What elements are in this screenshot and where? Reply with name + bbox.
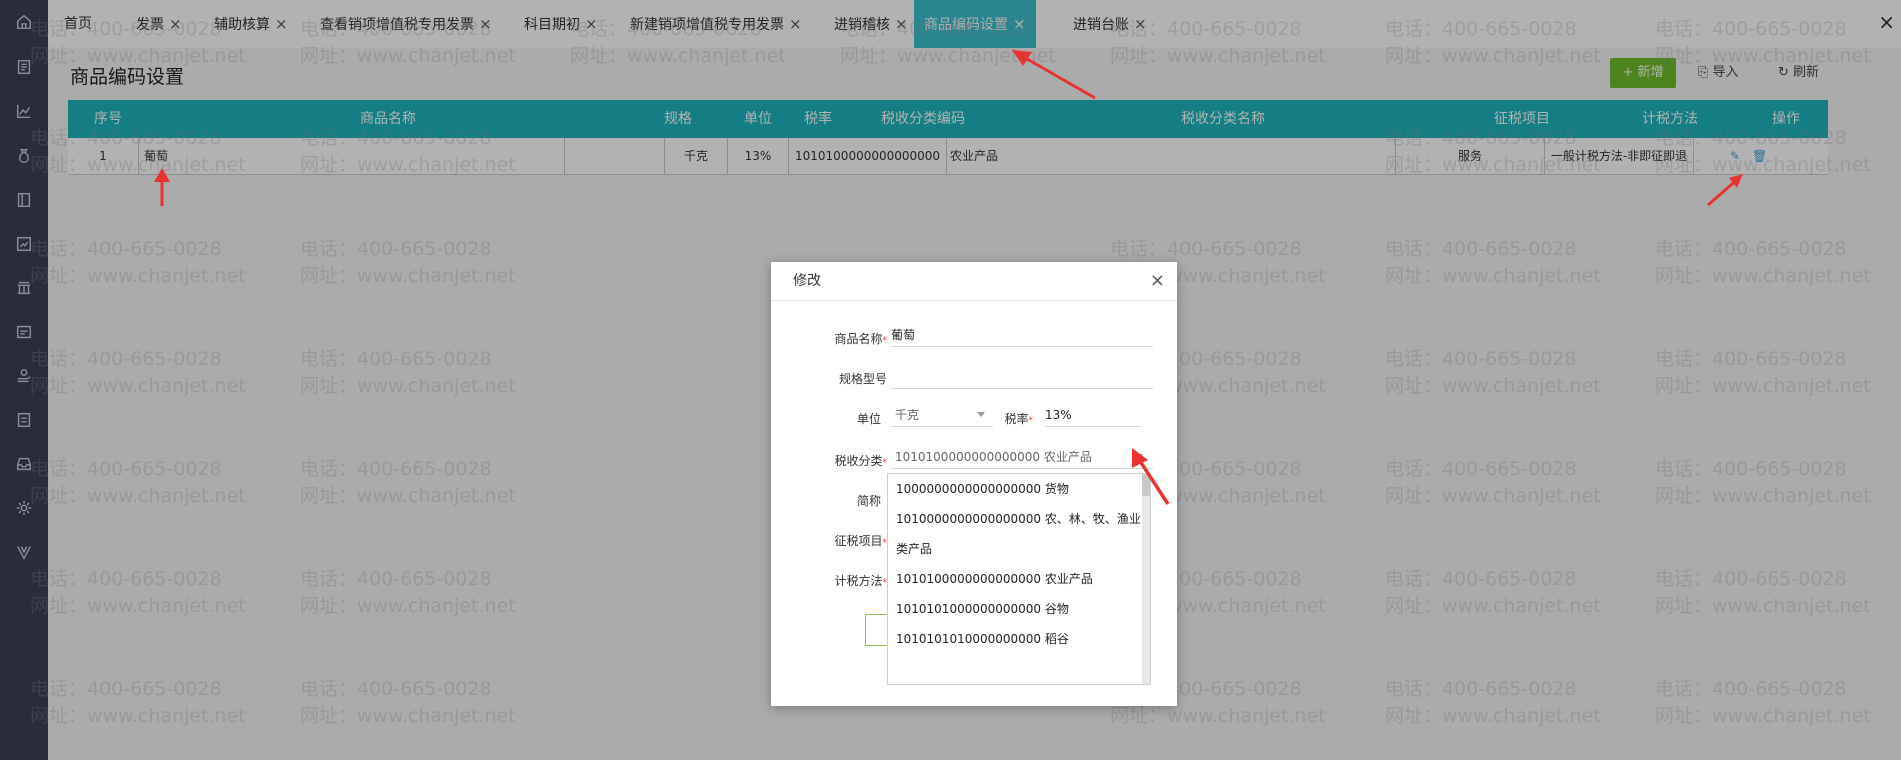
chevron-down-icon bbox=[977, 412, 985, 417]
product-name-label: 商品名称* bbox=[811, 330, 887, 347]
tax-method-label: 计税方法* bbox=[811, 572, 887, 589]
spec-input[interactable] bbox=[891, 366, 1153, 389]
scrollbar-thumb[interactable] bbox=[1142, 474, 1150, 496]
chevron-down-icon bbox=[1135, 454, 1143, 459]
dropdown-option[interactable]: 1010101010000000000 稻谷 bbox=[888, 624, 1150, 654]
dialog-title: 修改 bbox=[793, 273, 821, 289]
short-name-label: 简称 bbox=[856, 494, 881, 508]
tax-rate-input[interactable]: 13% bbox=[1045, 404, 1141, 427]
dropdown-option[interactable]: 1000000000000000000 货物 bbox=[888, 474, 1150, 504]
dropdown-option[interactable]: 1010101000000000000 谷物 bbox=[888, 594, 1150, 624]
levy-item-label: 征税项目* bbox=[811, 532, 887, 549]
close-icon[interactable]: × bbox=[1150, 262, 1165, 300]
label-text: 计税方法 bbox=[834, 574, 883, 588]
tax-category-dropdown: 1000000000000000000 货物 10100000000000000… bbox=[887, 473, 1151, 685]
edit-dialog: 修改 × 商品名称* 葡萄 规格型号 单位 千克 税率* 13% 税收分类* 1… bbox=[771, 262, 1177, 706]
required-mark: * bbox=[882, 458, 888, 468]
unit-value: 千克 bbox=[895, 408, 920, 422]
label-text: 税率 bbox=[1004, 412, 1029, 426]
required-mark: * bbox=[1028, 416, 1034, 426]
dialog-header: 修改 × bbox=[771, 262, 1177, 301]
tax-category-select[interactable]: 1010100000000000000 农业产品 bbox=[891, 446, 1153, 469]
tax-category-label: 税收分类* bbox=[811, 452, 887, 469]
tax-category-value: 1010100000000000000 农业产品 bbox=[895, 450, 1092, 464]
label-text: 税收分类 bbox=[834, 454, 883, 468]
unit-label: 单位 bbox=[856, 412, 881, 426]
unit-select[interactable]: 千克 bbox=[891, 404, 993, 427]
spec-label: 规格型号 bbox=[838, 372, 887, 386]
dropdown-option[interactable]: 1010100000000000000 农业产品 bbox=[888, 564, 1150, 594]
label-text: 商品名称 bbox=[834, 332, 883, 346]
required-mark: * bbox=[882, 336, 888, 346]
label-text: 征税项目 bbox=[834, 534, 883, 548]
tax-rate-label: 税率* bbox=[995, 410, 1033, 427]
dropdown-scrollbar[interactable] bbox=[1142, 474, 1150, 684]
dropdown-option[interactable]: 1010000000000000000 农、林、牧、渔业类产品 bbox=[888, 504, 1150, 564]
product-name-input[interactable]: 葡萄 bbox=[891, 324, 1153, 347]
